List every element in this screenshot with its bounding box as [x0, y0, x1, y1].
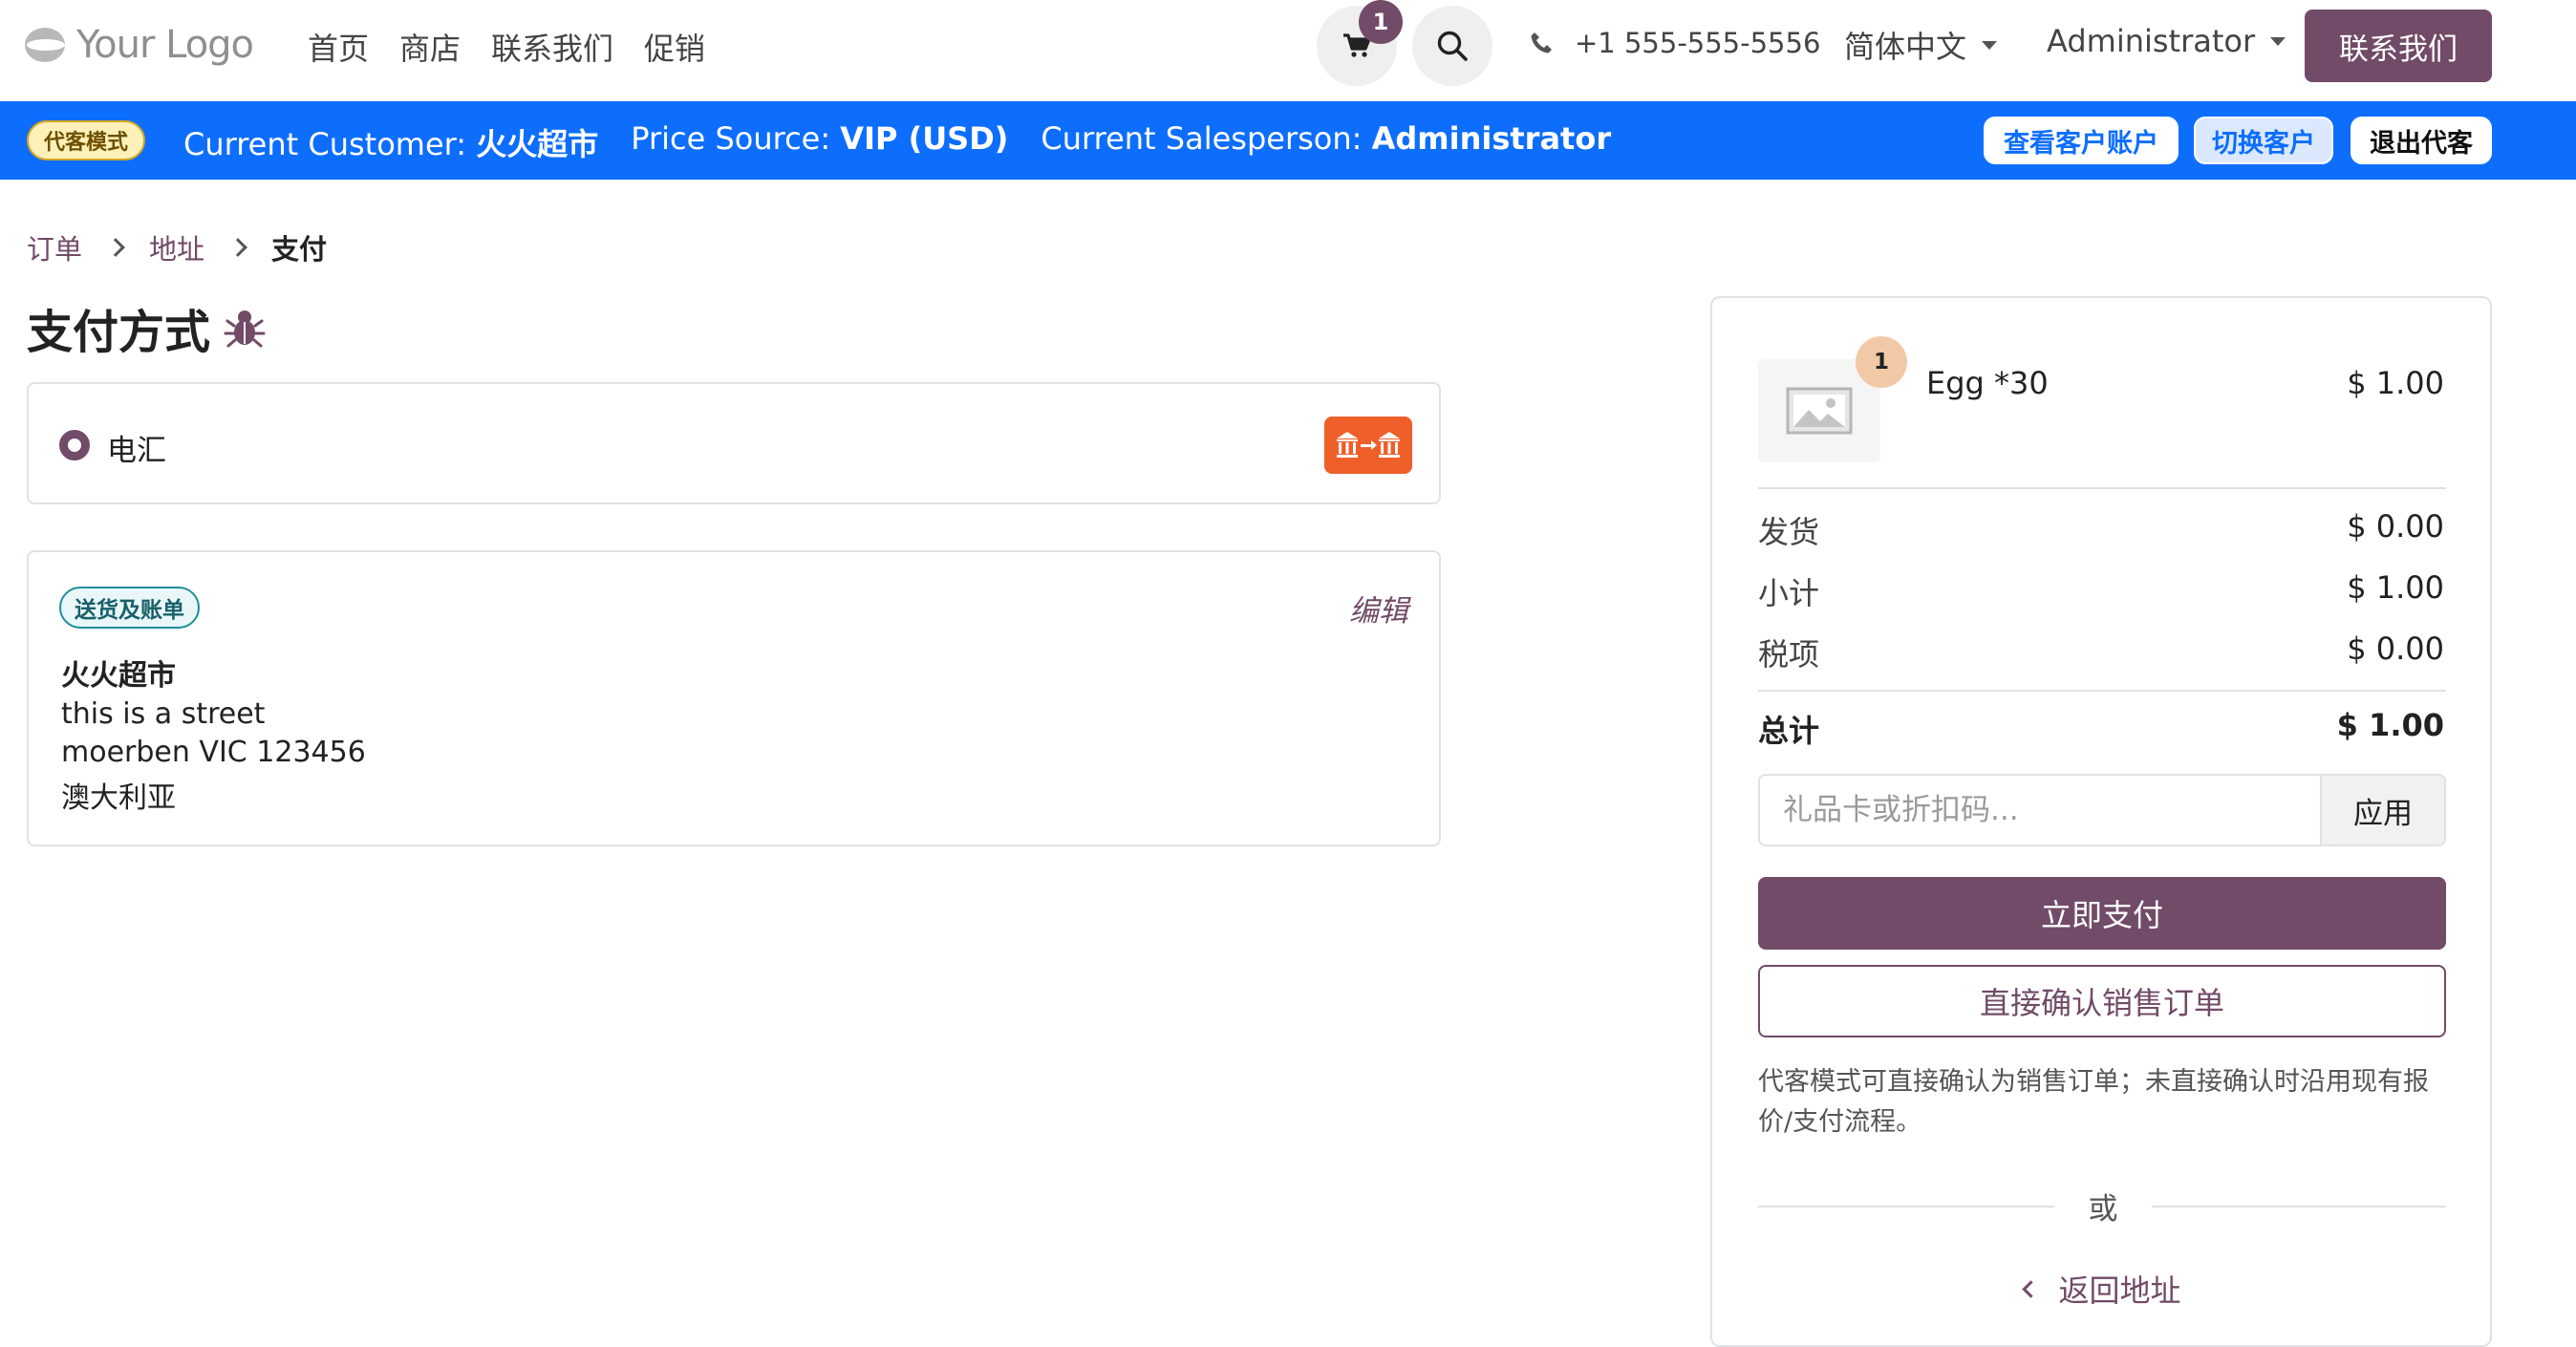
- product-price: $ 1.00: [2347, 365, 2444, 401]
- agent-mode-badge: 代客模式: [27, 120, 146, 160]
- total-value: $ 1.00: [2336, 707, 2444, 743]
- shipping-billing-address-card: 送货及账单 编辑 火火超市 this is a street moerben V…: [27, 550, 1441, 846]
- current-salesperson-label: Current Salesperson:: [1041, 120, 1363, 157]
- edit-address-link[interactable]: 编辑: [1349, 587, 1408, 630]
- logo-icon: [25, 26, 67, 64]
- image-placeholder-icon: [1786, 387, 1853, 435]
- back-to-address-label: 返回地址: [2058, 1272, 2181, 1309]
- chevron-left-icon: [2022, 1279, 2041, 1298]
- address-country: 澳大利亚: [61, 781, 176, 815]
- agent-info: Current Customer: 火火超市 Price Source: VIP…: [183, 120, 1611, 164]
- exit-agent-mode-button[interactable]: 退出代客: [2351, 117, 2492, 164]
- current-customer-label: Current Customer:: [183, 126, 467, 162]
- main-menu: 首页 商店 联系我们 促销: [308, 25, 705, 69]
- divider: [1758, 690, 2446, 692]
- tax-value: $ 0.00: [2347, 631, 2444, 667]
- breadcrumb-order[interactable]: 订单: [27, 227, 82, 267]
- chevron-down-icon: [2270, 36, 2286, 46]
- payment-method-radio[interactable]: [59, 430, 90, 460]
- address-name: 火火超市: [61, 659, 176, 693]
- contact-us-button[interactable]: 联系我们: [2305, 10, 2492, 82]
- promo-code-input[interactable]: [1760, 776, 2320, 845]
- breadcrumb: 订单 地址 支付: [27, 227, 327, 267]
- top-navbar: Your Logo 首页 商店 联系我们 促销 1 +1 555-555-555…: [0, 0, 2576, 101]
- page-title-text: 支付方式: [27, 306, 211, 359]
- agent-mode-note: 代客模式可直接确认为销售订单；未直接确认时沿用现有报价/支付流程。: [1758, 1067, 2429, 1137]
- price-source-label: Price Source:: [631, 120, 831, 157]
- chevron-right-icon: [106, 238, 125, 257]
- switch-customer-button[interactable]: 切换客户: [2194, 117, 2333, 164]
- language-selector[interactable]: 简体中文: [1844, 23, 1998, 67]
- chevron-down-icon: [1982, 40, 1998, 50]
- price-source-value: VIP (USD): [840, 120, 1009, 157]
- phone-number: +1 555-555-5556: [1575, 27, 1821, 59]
- address-street: this is a street: [61, 697, 266, 731]
- confirm-sale-order-button[interactable]: 直接确认销售订单: [1758, 965, 2446, 1037]
- total-label: 总计: [1758, 713, 1820, 749]
- nav-item-contact[interactable]: 联系我们: [491, 25, 613, 69]
- nav-item-shop[interactable]: 商店: [399, 25, 461, 69]
- bug-icon[interactable]: [224, 307, 266, 349]
- price-source: Price Source: VIP (USD): [631, 120, 1008, 164]
- nav-item-home[interactable]: 首页: [308, 25, 369, 69]
- order-summary: 1 Egg *30 $ 1.00 发货 $ 0.00 小计 $ 1.00 税项 …: [1710, 296, 2492, 1347]
- pay-now-button[interactable]: 立即支付: [1758, 877, 2446, 950]
- address-city: moerben VIC 123456: [61, 736, 366, 769]
- phone-icon: [1531, 32, 1552, 53]
- view-customer-account-button[interactable]: 查看客户账户: [1984, 117, 2179, 164]
- user-name: Administrator: [2047, 23, 2256, 59]
- current-salesperson-value: Administrator: [1371, 120, 1612, 157]
- payment-method-label: 电汇: [107, 434, 166, 468]
- search-icon: [1437, 31, 1468, 61]
- payment-method-option[interactable]: 电汇: [27, 382, 1441, 504]
- address-type-badge: 送货及账单: [59, 587, 200, 629]
- logo-text: Your Logo: [76, 23, 254, 67]
- apply-promo-button[interactable]: 应用: [2320, 776, 2444, 845]
- current-customer-value: 火火超市: [476, 126, 599, 162]
- breadcrumb-payment: 支付: [271, 233, 328, 266]
- back-to-address-link[interactable]: 返回地址: [1712, 1267, 2494, 1311]
- subtotal-label: 小计: [1758, 575, 1820, 611]
- search-button[interactable]: [1412, 6, 1492, 86]
- agent-mode-bar: 代客模式 Current Customer: 火火超市 Price Source…: [0, 101, 2576, 180]
- user-menu[interactable]: Administrator: [2047, 23, 2286, 59]
- tax-label: 税项: [1758, 636, 1820, 673]
- promo-code-group: 应用: [1758, 774, 2446, 846]
- current-salesperson: Current Salesperson: Administrator: [1041, 120, 1611, 164]
- page-title: 支付方式: [27, 294, 266, 361]
- delivery-label: 发货: [1758, 514, 1820, 550]
- cart-count-badge: 1: [1359, 0, 1403, 44]
- logo[interactable]: Your Logo: [25, 19, 254, 71]
- nav-item-promotions[interactable]: 促销: [644, 25, 705, 69]
- phone-link[interactable]: +1 555-555-5556: [1529, 27, 1820, 59]
- breadcrumb-address[interactable]: 地址: [149, 227, 204, 267]
- current-customer: Current Customer: 火火超市: [183, 120, 598, 164]
- chevron-right-icon: [228, 238, 247, 257]
- bank-transfer-icon: [1324, 417, 1412, 474]
- language-label: 简体中文: [1844, 29, 1967, 65]
- delivery-value: $ 0.00: [2347, 508, 2444, 545]
- subtotal-value: $ 1.00: [2347, 569, 2444, 606]
- product-quantity-badge: 1: [1856, 336, 1907, 388]
- divider: [1758, 487, 2446, 489]
- divider: [2152, 1206, 2446, 1208]
- product-name[interactable]: Egg *30: [1926, 365, 2049, 401]
